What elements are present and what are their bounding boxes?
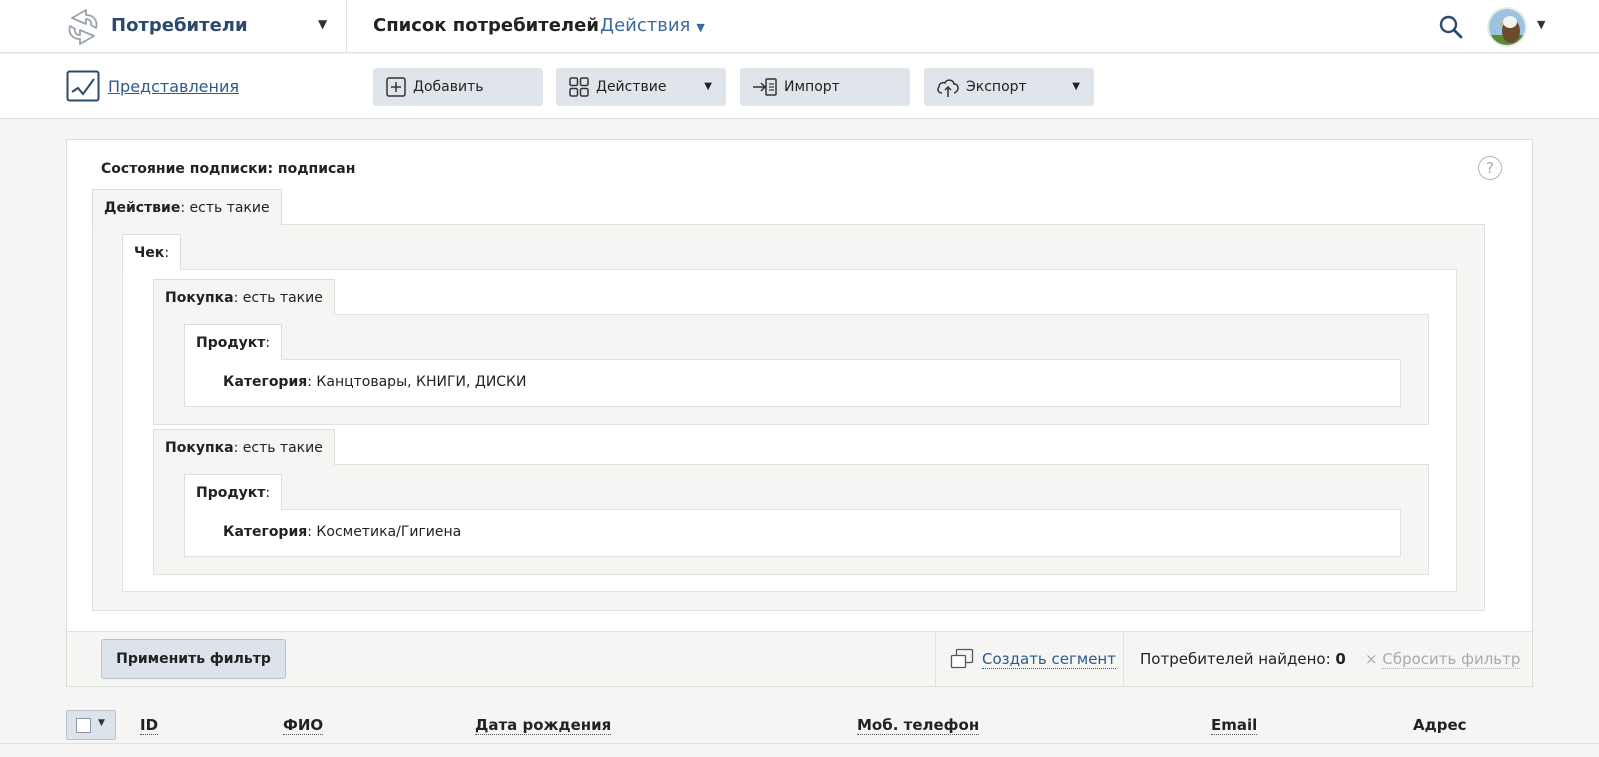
action-dropdown-button[interactable]: Действие ▼	[556, 68, 726, 106]
purchase-condition-value: : есть такие	[233, 289, 323, 306]
found-count: 0	[1335, 650, 1346, 668]
category-condition-value: : Косметика/Гигиена	[307, 524, 462, 540]
column-header-address: Адрес	[1413, 716, 1467, 734]
add-button-label: Добавить	[413, 79, 484, 95]
create-segment-label[interactable]: Создать сегмент	[982, 650, 1116, 669]
purchase-condition-key: Покупка	[165, 439, 234, 456]
check-condition-tab[interactable]: Чек:	[122, 234, 182, 270]
page-title: Список потребителей	[373, 15, 599, 36]
chevron-down-icon: ▼	[1072, 81, 1080, 92]
user-avatar[interactable]	[1487, 7, 1527, 47]
category-condition-key: Категория	[223, 374, 308, 390]
select-all-checkbox-dropdown[interactable]: ▼	[66, 710, 116, 740]
purchase-condition-value: : есть такие	[233, 439, 323, 456]
actions-menu-label[interactable]: Действия	[600, 15, 690, 36]
actions-menu[interactable]: Действия ▼	[600, 15, 705, 36]
column-header-mobile[interactable]: Моб. телефон	[857, 716, 980, 735]
product-condition-tab[interactable]: Продукт:	[184, 474, 283, 510]
select-all-checkbox[interactable]	[76, 718, 91, 733]
top-bar: Потребители ▼ Список потребителей Действ…	[0, 0, 1599, 53]
subscription-state-condition[interactable]: Состояние подписки: подписан	[101, 161, 355, 177]
export-button-label: Экспорт	[966, 79, 1027, 95]
category-condition[interactable]: Категория: Канцтовары, КНИГИ, ДИСКИ	[223, 374, 526, 390]
views-link[interactable]: Представления	[66, 70, 239, 102]
column-header-birthdate[interactable]: Дата рождения	[475, 716, 612, 735]
apply-filter-button[interactable]: Применить фильтр	[101, 639, 286, 679]
action-condition-value: : есть такие	[180, 199, 270, 216]
found-label: Потребителей найдено:	[1140, 650, 1336, 668]
product-condition-key: Продукт	[196, 484, 266, 501]
found-count-text: Потребителей найдено: 0	[1140, 650, 1346, 668]
header-divider	[346, 0, 347, 52]
add-button[interactable]: Добавить	[373, 68, 543, 106]
grid-icon	[569, 77, 589, 97]
create-segment-link[interactable]: Создать сегмент	[950, 648, 1116, 670]
help-icon[interactable]: ?	[1478, 156, 1502, 180]
cloud-upload-icon	[937, 79, 959, 97]
category-condition[interactable]: Категория: Косметика/Гигиена	[223, 524, 461, 540]
section-dropdown-caret-icon[interactable]: ▼	[318, 17, 327, 31]
column-header-email[interactable]: Email	[1211, 716, 1258, 735]
chevron-down-icon: ▼	[704, 81, 712, 92]
check-condition-value: :	[164, 244, 170, 261]
search-icon[interactable]	[1438, 14, 1464, 40]
purchase-condition-tab[interactable]: Покупка: есть такие	[153, 279, 335, 315]
product-condition-tab[interactable]: Продукт:	[184, 324, 283, 360]
avatar-image-icon	[1489, 9, 1525, 45]
sync-arrows-logo-icon[interactable]	[64, 6, 102, 48]
user-menu-caret-icon[interactable]: ▼	[1537, 18, 1545, 31]
action-condition-tab[interactable]: Действие: есть такие	[92, 189, 282, 225]
reset-filter-label[interactable]: Сбросить фильтр	[1382, 650, 1521, 669]
actions-menu-caret-icon[interactable]: ▼	[696, 21, 704, 34]
import-button-label: Импорт	[784, 79, 840, 95]
reset-filter-link[interactable]: × Сбросить фильтр	[1365, 650, 1521, 669]
product-condition-value: :	[265, 484, 271, 501]
copy-segment-icon	[950, 648, 974, 669]
footer-divider	[935, 632, 936, 686]
check-condition-key: Чек	[134, 244, 165, 261]
product-condition-key: Продукт	[196, 334, 266, 351]
action-button-label: Действие	[596, 79, 667, 95]
export-dropdown-button[interactable]: Экспорт ▼	[924, 68, 1094, 106]
purchase-condition-tab[interactable]: Покупка: есть такие	[153, 429, 335, 465]
toolbar: Представления Добавить Действие ▼ Импорт	[0, 54, 1599, 119]
category-condition-value: : Канцтовары, КНИГИ, ДИСКИ	[307, 374, 527, 390]
purchase-condition-key: Покупка	[165, 289, 234, 306]
table-header-border	[0, 743, 1599, 744]
chart-views-icon	[66, 70, 100, 102]
reset-close-icon: ×	[1365, 650, 1378, 668]
column-header-name[interactable]: ФИО	[283, 716, 324, 735]
footer-divider	[1123, 632, 1124, 686]
views-label[interactable]: Представления	[108, 77, 239, 96]
column-header-id[interactable]: ID	[140, 716, 159, 735]
import-button[interactable]: Импорт	[740, 68, 910, 106]
section-title[interactable]: Потребители	[111, 15, 248, 36]
category-condition-key: Категория	[223, 524, 308, 540]
chevron-down-icon[interactable]: ▼	[98, 718, 105, 728]
plus-square-icon	[386, 77, 406, 97]
action-condition-key: Действие	[104, 199, 181, 216]
import-icon	[753, 78, 777, 96]
product-condition-value: :	[265, 334, 271, 351]
